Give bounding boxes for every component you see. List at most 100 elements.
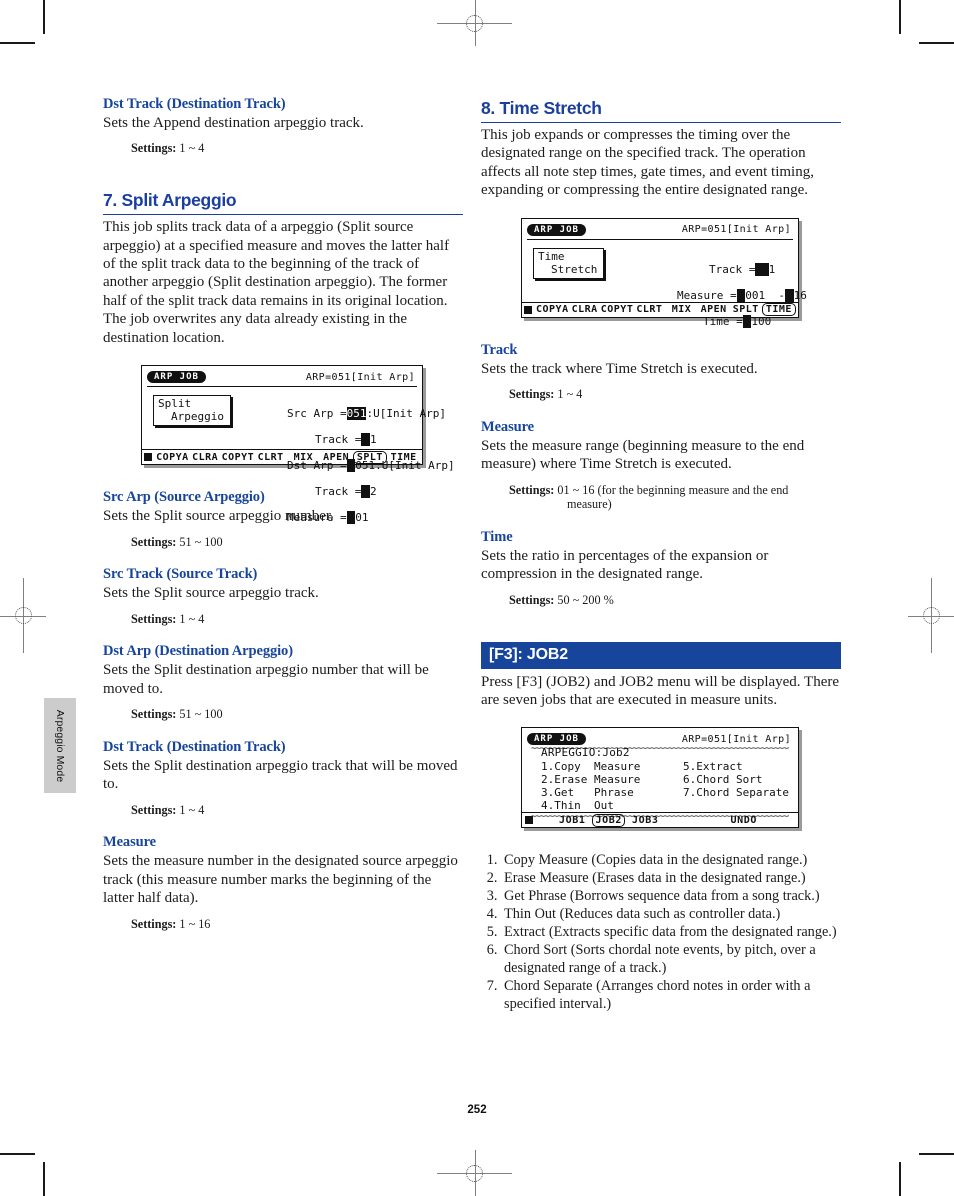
settings-label: Settings: [131, 141, 177, 156]
heading-src-track: Src Track (Source Track) [103, 566, 258, 583]
heading-measure-right: Measure [481, 418, 534, 435]
lcd-field-dst-arp-suffix: :U[Init Arp] [375, 459, 455, 473]
left-column: Dst Track (Destination Track) Sets the A… [103, 96, 463, 931]
crop-mark-top-right-v [899, 0, 901, 34]
list-item: Get Phrase (Borrows sequence data from a… [501, 888, 841, 906]
settings-value: 51 ~ 100 [179, 707, 223, 722]
body-time-stretch: This job expands or compresses the timin… [481, 127, 814, 199]
lcd-menu-item-7[interactable]: 7.Chord Separate [683, 786, 789, 799]
fkey-copyt[interactable]: COPYT [601, 304, 634, 315]
settings-value: 1 ~ 4 [179, 141, 205, 156]
settings-value-continued: measure) [567, 497, 612, 512]
heading-dst-arp: Dst Arp (Destination Arpeggio) [103, 643, 293, 660]
lcd-body: Time Stretch Track = 1 Measure = 001 - 1… [527, 240, 807, 328]
lcd-field-src-arp-value: 051 [346, 407, 367, 421]
settings-time: Settings: 50 ~ 200 % [509, 593, 841, 608]
lcd-menu-item-2[interactable]: 2.Erase Measure [541, 773, 683, 786]
settings-append-dst-track: Settings: 1 ~ 4 [131, 141, 463, 156]
lcd-field-measure-value: 01 [355, 511, 369, 525]
lcd-field-time-value: 100 [751, 314, 772, 328]
settings-label: Settings: [509, 592, 555, 607]
lcd-menu-item-5[interactable]: 5.Extract [683, 760, 789, 773]
lcd-field-track[interactable]: Track = 1 [677, 262, 807, 276]
heading-split-arpeggio: 7. Split Arpeggio [103, 190, 463, 216]
settings-label: Settings: [509, 482, 555, 497]
body-track: Sets the track where Time Stretch is exe… [481, 360, 758, 377]
list-item: Erase Measure (Erases data in the design… [501, 870, 841, 888]
lcd-field-measure-range[interactable]: Measure = 001 - 16 [677, 288, 807, 302]
list-item: Chord Separate (Arranges chord notes in … [501, 978, 841, 1014]
heading-append-dst-track: Dst Track (Destination Track) [103, 96, 286, 112]
body-measure-left: Sets the measure number in the designate… [103, 853, 458, 907]
crop-mark-bottom-right-h [919, 1153, 954, 1155]
lcd-field-src-arp[interactable]: Src Arp =051:U[Init Arp] [287, 407, 455, 421]
lcd-title: ARP=051[Init Arp] [681, 733, 791, 745]
lcd-field-measure-label: Measure [677, 288, 724, 302]
settings-value: 1 ~ 4 [557, 387, 583, 402]
side-tab-arpeggio-mode: Arpeggio Mode [44, 698, 76, 793]
crop-mark-bottom-left-v [43, 1162, 45, 1196]
fkey-clrt[interactable]: CLRT [633, 304, 665, 315]
fkey-copya[interactable]: COPYA [536, 304, 569, 315]
body-time: Sets the ratio in percentages of the exp… [481, 547, 769, 583]
registration-mark-right [908, 578, 954, 653]
lcd-field-dst-arp-value: 051 [355, 459, 376, 473]
lcd-screen-job2-menu: ARP JOB ARP=051[Init Arp] ~~~~~~~~~~~~~~… [521, 727, 799, 829]
lcd-menu-body: ~~~~~~~~~~~~~~~~~~~~~~~~~~~~~~~~~~~~~~~~… [527, 746, 793, 819]
settings-label: Settings: [131, 534, 177, 549]
heading-dst-track: Dst Track (Destination Track) [103, 738, 286, 755]
heading-measure-left: Measure [103, 834, 156, 851]
lcd-topbar: ARP JOB ARP=051[Init Arp] [527, 223, 793, 237]
lcd-title: ARP=051[Init Arp] [681, 224, 791, 236]
manual-page: Arpeggio Mode Dst Track (Destination Tra… [0, 0, 954, 1196]
fkey-copya[interactable]: COPYA [156, 452, 189, 463]
lcd-fields: Track = 1 Measure = 001 - 16 Time = 100 [677, 250, 807, 354]
lcd-field-dst-arp[interactable]: Dst Arp = 051:U[Init Arp] [287, 459, 455, 473]
crop-mark-top-left-v [43, 0, 45, 34]
lcd-menu-item-6[interactable]: 6.Chord Sort [683, 773, 789, 786]
lcd-job-name-box: Time Stretch [533, 247, 605, 279]
lcd-field-time-label: Time [703, 314, 730, 328]
lcd-field-src-track[interactable]: Track = 1 [287, 433, 455, 447]
lcd-field-time[interactable]: Time = 100 [677, 314, 807, 328]
fkey-clrt[interactable]: CLRT [254, 452, 287, 463]
settings-value: 1 ~ 4 [179, 802, 205, 817]
settings-label: Settings: [131, 611, 177, 626]
lcd-menu-item-1[interactable]: 1.Copy Measure [541, 760, 640, 773]
settings-track: Settings: 1 ~ 4 [509, 387, 841, 402]
lcd-menu-item-4[interactable]: 4.Thin Out [541, 799, 683, 812]
list-item: Extract (Extracts specific data from the… [501, 924, 841, 942]
settings-src-track: Settings: 1 ~ 4 [131, 612, 463, 627]
lcd-menu-column-right: 5.Extract 6.Chord Sort 7.Chord Separate [683, 760, 789, 812]
fkey-copyt[interactable]: COPYT [222, 452, 255, 463]
lcd-field-dst-track-label: Track [315, 485, 349, 499]
fkey-clra[interactable]: CLRA [189, 452, 222, 463]
lcd-menu-item-3[interactable]: 3.Get Phrase [541, 786, 683, 799]
lcd-field-measure-label: Measure [287, 511, 334, 525]
fkey-clra[interactable]: CLRA [569, 304, 601, 315]
lcd-menu-square-icon [144, 453, 152, 462]
lcd-field-measure[interactable]: Measure = 01 [287, 511, 455, 525]
lcd-field-track-value: 1 [768, 262, 776, 276]
settings-value: 1 ~ 4 [179, 611, 205, 626]
lcd-topbar: ARP JOB ARP=051[Init Arp] [527, 732, 793, 746]
heading-time-stretch: 8. Time Stretch [481, 98, 841, 123]
body-measure-right: Sets the measure range (beginning measur… [481, 437, 805, 473]
body-job2: Press [F3] (JOB2) and JOB2 menu will be … [481, 673, 840, 708]
registration-mark-left [0, 578, 46, 653]
lcd-screen-time-stretch: ARP JOB ARP=051[Init Arp] Time Stretch T… [521, 217, 807, 328]
lcd-title: ARP=051[Init Arp] [305, 371, 415, 383]
settings-value: 01 ~ 16 (for the beginning measure and t… [557, 482, 789, 497]
crop-mark-top-left-h [0, 42, 35, 44]
page-number: 252 [467, 1104, 487, 1116]
settings-label: Settings: [131, 916, 177, 931]
lcd-field-measure-end: 16 [793, 288, 807, 302]
job-description-list: Copy Measure (Copies data in the designa… [481, 852, 841, 1013]
crop-mark-top-right-h [919, 42, 954, 44]
lcd-field-dst-track[interactable]: Track = 2 [287, 485, 455, 499]
lcd-field-src-arp-suffix: :U[Init Arp] [366, 407, 446, 421]
lcd-job-name-line1: Split [158, 397, 192, 411]
banner-f3-job2: [F3]: JOB2 [481, 641, 841, 669]
settings-dst-arp: Settings: 51 ~ 100 [131, 707, 463, 722]
body-dst-arp: Sets the Split destination arpeggio numb… [103, 662, 429, 697]
